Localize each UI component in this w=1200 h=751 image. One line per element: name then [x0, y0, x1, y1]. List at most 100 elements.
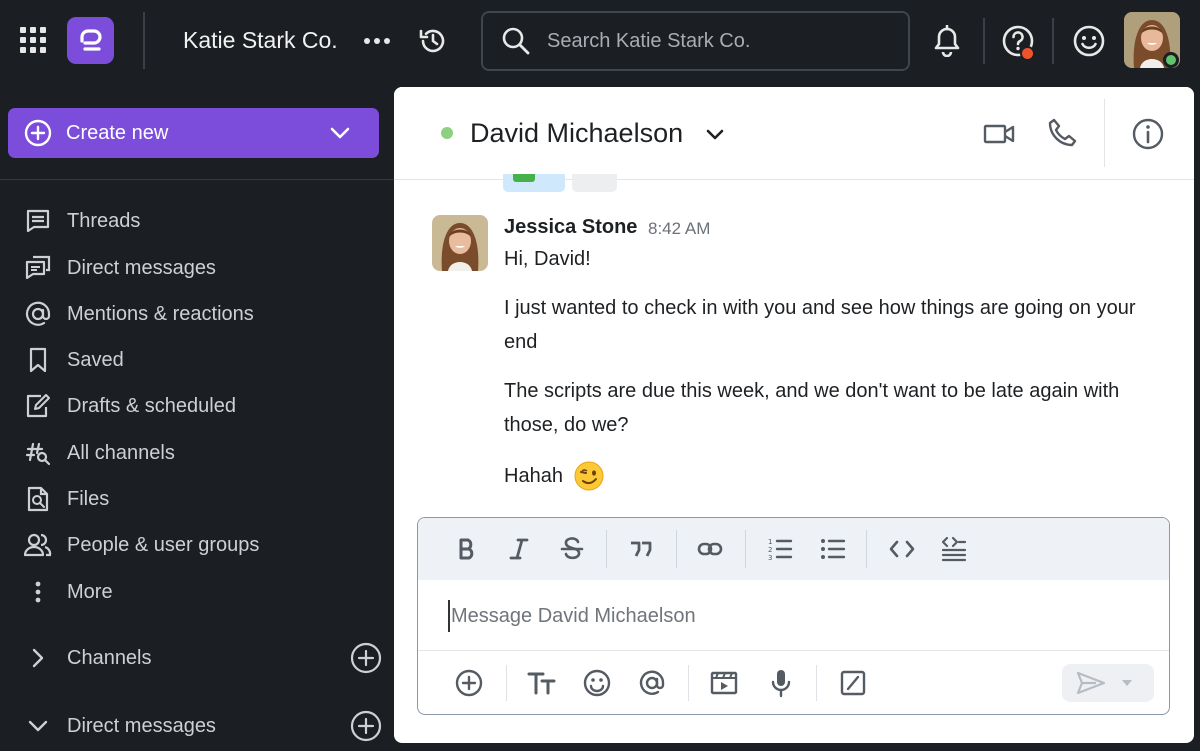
slash-command-icon[interactable] — [835, 665, 871, 701]
divider — [983, 18, 985, 64]
direct-messages-icon — [22, 252, 54, 284]
chat-header: David Michaelson — [394, 87, 1194, 180]
notification-dot — [1020, 46, 1035, 61]
top-bar: Katie Stark Co. — [0, 0, 1200, 82]
sidebar-item-more[interactable]: More — [22, 572, 382, 612]
message-text: Hi, David! — [504, 242, 1164, 276]
mention-icon[interactable] — [634, 665, 670, 701]
people-icon — [22, 529, 54, 561]
composer-actions-bar — [418, 650, 1169, 715]
video-call-icon[interactable] — [982, 117, 1016, 151]
code-block-icon[interactable] — [938, 533, 970, 565]
sidebar-item-label: All channels — [67, 442, 175, 465]
sidebar-item-people[interactable]: People & user groups — [22, 525, 382, 565]
italic-icon[interactable] — [503, 533, 535, 565]
sidebar-item-direct-messages[interactable]: Direct messages — [22, 248, 382, 288]
add-direct-message-icon[interactable] — [350, 710, 382, 742]
send-icon[interactable] — [1076, 671, 1106, 695]
microphone-icon[interactable] — [763, 665, 799, 701]
toolbar-divider — [816, 665, 817, 701]
toolbar-divider — [688, 665, 689, 701]
bullet-list-icon[interactable] — [817, 533, 849, 565]
emoji-icon[interactable] — [579, 665, 615, 701]
quote-icon[interactable] — [625, 533, 657, 565]
formatting-toolbar: 123 — [418, 518, 1169, 580]
channel-search-icon — [22, 437, 54, 469]
video-clip-icon[interactable] — [706, 665, 742, 701]
workspace-name[interactable]: Katie Stark Co. — [183, 27, 338, 54]
message-timestamp[interactable]: 8:42 AM — [648, 219, 710, 239]
sidebar-item-mentions[interactable]: Mentions & reactions — [22, 294, 382, 334]
contact-name[interactable]: David Michaelson — [470, 118, 725, 149]
sidebar-item-label: Drafts & scheduled — [67, 395, 236, 418]
phone-icon[interactable] — [1045, 116, 1079, 150]
info-icon[interactable] — [1130, 116, 1166, 152]
chevron-down-icon[interactable] — [22, 710, 54, 742]
attach-plus-icon[interactable] — [451, 665, 487, 701]
winking-face-emoji — [573, 460, 605, 492]
chevron-right-icon[interactable] — [22, 642, 54, 674]
sidebar-item-label: More — [67, 581, 113, 604]
threads-icon — [22, 205, 54, 237]
section-channels[interactable]: Channels — [22, 638, 394, 678]
sidebar-item-threads[interactable]: Threads — [22, 201, 382, 241]
contact-name-label: David Michaelson — [470, 118, 683, 148]
reaction-chip[interactable] — [503, 174, 565, 192]
message-text: Hahah — [504, 459, 563, 493]
create-new-button[interactable]: Create new — [8, 108, 379, 158]
vertical-dots-icon — [22, 576, 54, 608]
svg-text:2: 2 — [768, 546, 772, 554]
file-search-icon — [22, 483, 54, 515]
sidebar-item-label: Direct messages — [67, 257, 216, 280]
message-author[interactable]: Jessica Stone — [504, 216, 637, 239]
online-status-dot — [441, 127, 453, 139]
chevron-down-icon[interactable] — [705, 128, 725, 142]
code-icon[interactable] — [886, 533, 918, 565]
sidebar-item-drafts[interactable]: Drafts & scheduled — [22, 386, 382, 426]
text-format-icon[interactable] — [524, 665, 560, 701]
search-icon — [501, 26, 531, 56]
app-logo[interactable] — [67, 17, 114, 64]
section-direct-messages[interactable]: Direct messages — [22, 706, 394, 746]
sidebar-item-saved[interactable]: Saved — [22, 340, 382, 380]
drafts-icon — [22, 390, 54, 422]
divider — [1052, 18, 1054, 64]
header-divider — [1104, 99, 1105, 167]
toolbar-divider — [866, 530, 867, 568]
sidebar-item-files[interactable]: Files — [22, 479, 382, 519]
link-icon[interactable] — [694, 533, 726, 565]
more-icon[interactable] — [362, 28, 392, 54]
chevron-down-icon[interactable] — [329, 123, 351, 143]
message-input[interactable] — [448, 600, 1138, 632]
chat-panel: David Michaelson Jessica Stone — [394, 87, 1194, 743]
add-reaction-chip[interactable] — [572, 174, 617, 192]
section-label: Channels — [67, 647, 152, 670]
strikethrough-icon[interactable] — [556, 533, 588, 565]
message-text: I just wanted to check in with you and s… — [504, 291, 1164, 359]
send-button-group — [1062, 664, 1154, 702]
emoji-status-icon[interactable] — [1071, 23, 1107, 59]
presence-indicator — [1163, 52, 1179, 68]
create-new-label: Create new — [66, 122, 168, 145]
message-text: The scripts are due this week, and we do… — [504, 374, 1164, 442]
svg-text:1: 1 — [768, 538, 772, 546]
schedule-dropdown-icon[interactable] — [1120, 678, 1134, 688]
search-input[interactable] — [547, 30, 877, 53]
bookmark-icon — [22, 344, 54, 376]
numbered-list-icon[interactable]: 123 — [764, 533, 796, 565]
search-box[interactable] — [481, 11, 910, 71]
message-avatar[interactable] — [432, 215, 488, 271]
sidebar-item-all-channels[interactable]: All channels — [22, 433, 382, 473]
toolbar-divider — [745, 530, 746, 568]
add-channel-icon[interactable] — [350, 642, 382, 674]
sidebar: Create new Threads Direct messages Menti… — [0, 82, 394, 751]
apps-grid-icon[interactable] — [20, 27, 46, 53]
bell-icon[interactable] — [930, 24, 964, 58]
sidebar-item-label: Saved — [67, 349, 124, 372]
plus-circle-icon — [24, 119, 52, 147]
history-icon[interactable] — [416, 24, 450, 58]
bold-icon[interactable] — [451, 533, 483, 565]
toolbar-divider — [506, 665, 507, 701]
divider — [143, 12, 145, 69]
svg-text:3: 3 — [768, 554, 772, 561]
